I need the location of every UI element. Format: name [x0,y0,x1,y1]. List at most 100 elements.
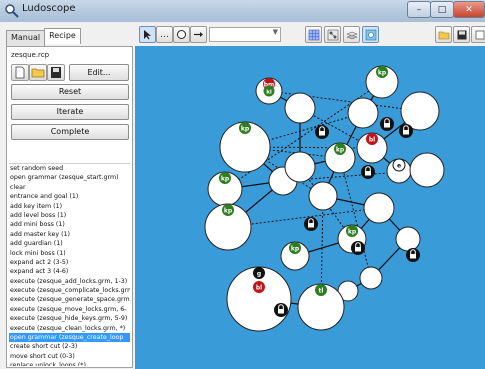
layers-icon [345,31,358,39]
image-view-button[interactable] [362,26,379,43]
recipe-line[interactable]: execute (zesque_move_locks.grm, 6- [9,305,130,314]
graph-node [284,151,316,183]
graph-node [409,152,445,188]
recipe-line[interactable]: execute (zesque_hide_keys.grm, 5-9) [9,314,130,323]
layers-view-button[interactable] [343,26,360,43]
window-title: Ludoscope [22,3,76,14]
lock-icon [399,124,413,138]
arrow-tool-icon [194,32,203,37]
recipe-line[interactable]: expand act 2 (3-5) [9,258,130,267]
iterate-button[interactable]: Iterate [11,104,129,120]
node-badge-label: tl [319,287,324,294]
image-icon [365,29,376,40]
open-folder-button[interactable] [435,26,452,43]
export-button[interactable] [471,26,485,43]
recipe-line[interactable]: create short cut (2-3) [9,342,130,351]
app-window: Ludoscope – □ ✕ Manual Recipe zesque.rcp [0,0,485,369]
close-button[interactable]: ✕ [453,1,485,18]
recipe-line[interactable]: clear [9,183,130,192]
lock-icon [380,117,394,131]
hierarchy-icon [327,29,338,40]
node-badge-label: kp [241,125,250,132]
select-tool-button[interactable] [139,26,156,43]
hierarchy-view-button[interactable] [324,26,341,43]
node-badge-label: bl [256,284,262,291]
recipe-line[interactable]: move short cut (0-3) [9,352,130,361]
minimize-button[interactable]: – [407,1,431,18]
recipe-panel: zesque.rcp Edit... Reset Iterate Complet… [6,46,133,368]
save-icon [51,67,61,78]
save-icon [457,30,466,39]
graph-node [308,181,338,211]
arrow-tool-button[interactable] [190,26,207,43]
recipe-line[interactable]: add guardian (1) [9,239,130,248]
open-file-button[interactable] [29,64,47,81]
lock-icon [304,217,318,231]
left-panel: Manual Recipe zesque.rcp Edit... Reset I… [0,22,135,369]
lock-icon [274,303,288,317]
dots-tool-button[interactable]: … [156,26,173,43]
node-badge-label: kp [221,175,230,182]
recipe-line[interactable]: add mini boss (1) [9,220,130,229]
lock-icon [406,248,420,262]
lock-icon [351,241,365,255]
reset-button[interactable]: Reset [11,84,129,100]
node-badge-label: kl [266,89,272,95]
node-badge-label: kp [291,245,300,252]
window-controls: – □ ✕ [407,1,485,18]
new-file-button[interactable] [11,64,29,81]
open-folder-icon [438,31,449,39]
complete-button[interactable]: Complete [11,124,129,140]
node-badge-label: kp [348,228,357,235]
node-badge-label: g [257,270,261,277]
select-arrow-icon [144,30,151,40]
recipe-file-name: zesque.rcp [11,51,50,59]
recipe-line[interactable]: execute (zesque_complicate_locks.grm [9,286,130,295]
recipe-script-list[interactable]: set random seed open grammar (zesque_star… [9,163,130,366]
maximize-button[interactable]: □ [430,1,454,18]
chevron-down-icon: ▼ [272,28,278,36]
recipe-line[interactable]: add master key (1) [9,230,130,239]
recipe-line[interactable]: open grammar (zesque_start.grm) [9,173,130,182]
graph-node [395,226,421,252]
dots-icon: … [160,29,169,40]
recipe-line[interactable]: execute (zesque_clean_locks.grm, *) [9,324,130,333]
mission-graph[interactable]: kpkpkpbmkpkpblekpkptlgklbl [135,46,485,369]
app-logo-icon [5,4,19,18]
node-badge-label: e [397,162,401,169]
recipe-line[interactable]: add level boss (1) [9,211,130,220]
title-bar: Ludoscope – □ ✕ [0,0,485,23]
tab-strip: Manual Recipe [6,28,81,46]
recipe-line[interactable]: set random seed [9,164,130,173]
layer-select[interactable]: ▼ [209,27,281,42]
node-badge-label: kp [224,207,233,214]
grid-view-button[interactable] [305,26,322,43]
node-badge-label: kp [336,146,345,153]
graph-node [347,97,379,129]
tab-recipe[interactable]: Recipe [44,28,81,44]
node-badge-label: bl [369,136,375,143]
circle-tool-button[interactable] [173,26,190,43]
recipe-line[interactable]: execute (zesque_generate_space.grm [9,295,130,304]
recipe-line[interactable]: execute (zesque_add_locks.grm, 1-3) [9,277,130,286]
graph-node [284,92,316,124]
recipe-line[interactable]: lock mini boss (1) [9,249,130,258]
toolbar: … ▼ [135,22,485,46]
tab-manual[interactable]: Manual [6,30,46,46]
save-button[interactable] [453,26,470,43]
circle-icon [177,30,186,39]
recipe-line[interactable]: open grammar (zesque_create_loop [9,333,130,343]
export-icon [475,30,484,39]
lock-icon [315,125,329,139]
recipe-line[interactable]: replace unlock_loops (*) [9,361,130,366]
graph-canvas[interactable]: kp kp kp bm kp kp bl e kp kp tl g kl bl [135,46,485,369]
lock-icon [361,165,375,179]
new-file-icon [15,66,25,79]
recipe-line[interactable]: add key item (1) [9,202,130,211]
edit-button[interactable]: Edit... [69,64,129,81]
recipe-line[interactable]: expand act 3 (4-6) [9,267,130,276]
recipe-line[interactable]: entrance and goal (1) [9,192,130,201]
grid-icon [308,29,319,40]
folder-icon [31,68,45,78]
save-file-button[interactable] [47,64,65,81]
